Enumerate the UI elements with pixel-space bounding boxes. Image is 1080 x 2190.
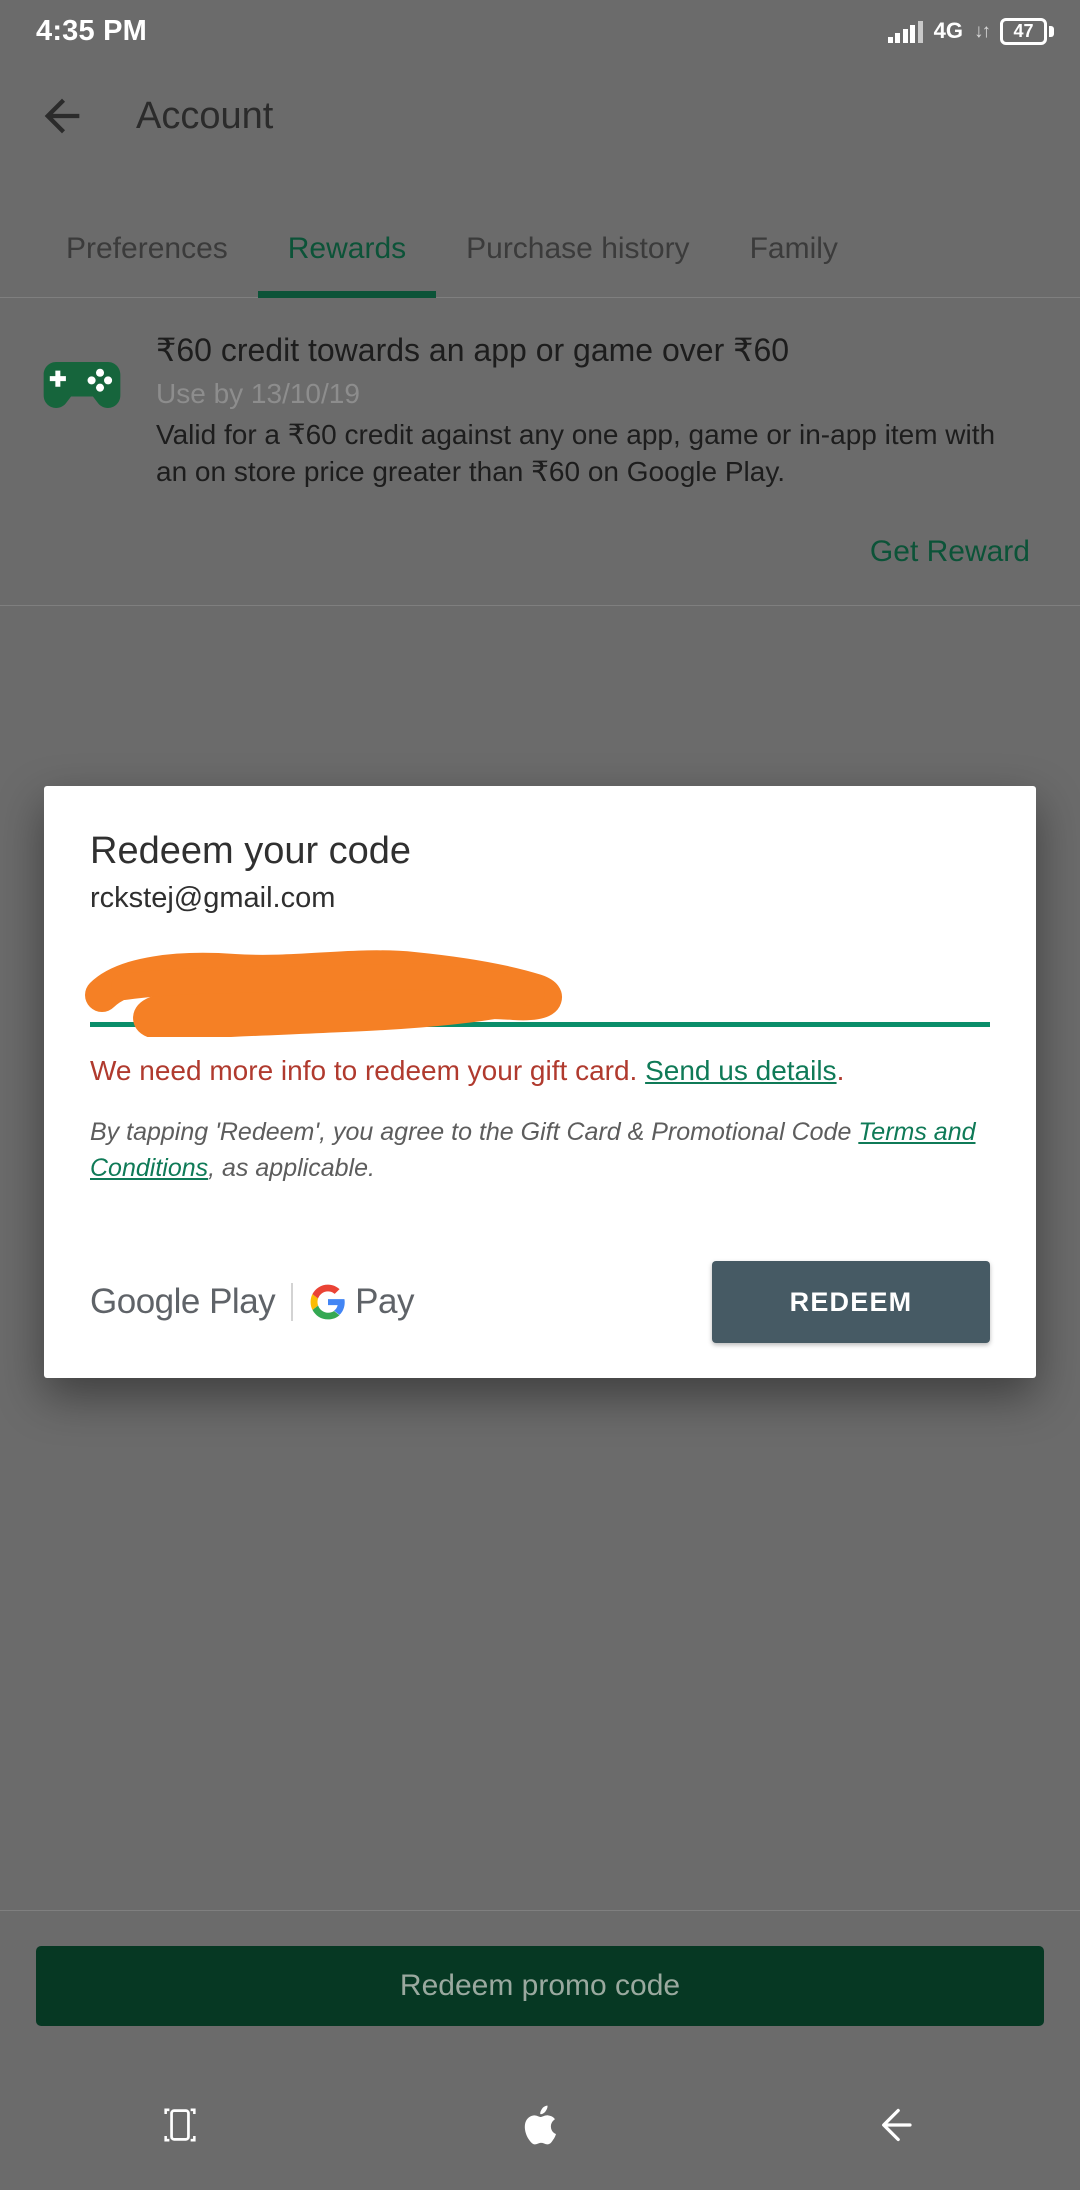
dialog-account-email: rckstej@gmail.com <box>90 881 336 914</box>
google-g-icon <box>310 1284 345 1320</box>
disclaimer-prefix: By tapping 'Redeem', you agree to the Gi… <box>90 1118 859 1147</box>
reward-title: ₹60 credit towards an app or game over ₹… <box>156 332 790 368</box>
google-play-wordmark: Google Play <box>90 1282 276 1322</box>
google-pay-lockup: Pay <box>309 1282 414 1322</box>
dialog-footer: Google Play Pay REDEEM <box>90 1226 990 1378</box>
get-reward-button[interactable]: Get Reward <box>866 529 1034 575</box>
pay-wordmark: Pay <box>355 1282 414 1322</box>
error-message-row: We need more info to redeem your gift ca… <box>90 1053 990 1089</box>
signal-bars-icon <box>887 19 923 43</box>
status-icons: 4G ↓↑ 47 <box>887 17 1054 45</box>
gamepad-icon <box>36 339 128 431</box>
system-nav-bar <box>0 2060 1080 2190</box>
reward-action-row: Get Reward <box>36 529 1034 575</box>
reward-row: ₹60 credit towards an app or game over ₹… <box>36 331 1034 491</box>
battery-cap <box>1049 25 1054 37</box>
network-type-label: 4G <box>933 18 963 43</box>
battery-level-label: 47 <box>1000 17 1047 45</box>
page-title: Account <box>136 94 274 137</box>
data-transfer-icon: ↓↑ <box>974 20 991 42</box>
reward-expiry: Use by 13/10/19 <box>156 378 360 410</box>
brand-divider <box>291 1283 294 1322</box>
reward-text-block: ₹60 credit towards an app or game over ₹… <box>156 331 1034 491</box>
tab-family[interactable]: Family <box>720 200 868 298</box>
code-field-wrapper <box>85 949 990 1037</box>
reward-card: ₹60 credit towards an app or game over ₹… <box>0 299 1080 606</box>
disclaimer-suffix: , as applicable. <box>208 1153 375 1182</box>
code-input-underline <box>90 1021 990 1027</box>
send-us-details-link[interactable]: Send us details <box>645 1055 836 1086</box>
status-clock: 4:35 PM <box>36 14 147 47</box>
redeem-code-dialog: Redeem your code rckstej@gmail.com We ne… <box>44 786 1036 1379</box>
status-bar: 4:35 PM 4G ↓↑ 47 <box>0 0 1080 62</box>
tab-purchase-history[interactable]: Purchase history <box>436 200 719 298</box>
error-trailing-period: . <box>836 1054 845 1086</box>
bottom-action-bar: Redeem promo code <box>0 1910 1080 2060</box>
reward-description: Valid for a ₹60 credit against any one a… <box>156 419 996 487</box>
error-message-text: We need more info to redeem your gift ca… <box>90 1054 638 1086</box>
battery-icon: 47 <box>1000 17 1054 45</box>
tab-bar: Preferences Rewards Purchase history Fam… <box>0 200 1080 298</box>
dialog-title: Redeem your code <box>90 830 412 872</box>
phone-screen: 4:35 PM 4G ↓↑ 47 Account Preferences Rew… <box>0 0 1080 2190</box>
app-bar: Account <box>0 62 1080 170</box>
nav-back-icon[interactable] <box>840 2085 960 2165</box>
redeem-promo-code-button[interactable]: Redeem promo code <box>36 1945 1044 2026</box>
terms-disclaimer: By tapping 'Redeem', you agree to the Gi… <box>90 1115 990 1186</box>
tab-rewards[interactable]: Rewards <box>257 200 437 298</box>
apple-home-icon[interactable] <box>480 2085 600 2165</box>
redeem-code-input[interactable] <box>90 956 990 1021</box>
back-arrow-icon[interactable] <box>36 90 88 142</box>
brand-lockup: Google Play Pay <box>90 1282 414 1322</box>
tab-preferences[interactable]: Preferences <box>36 200 258 298</box>
recents-icon[interactable] <box>120 2085 240 2165</box>
redeem-button[interactable]: REDEEM <box>712 1261 990 1344</box>
